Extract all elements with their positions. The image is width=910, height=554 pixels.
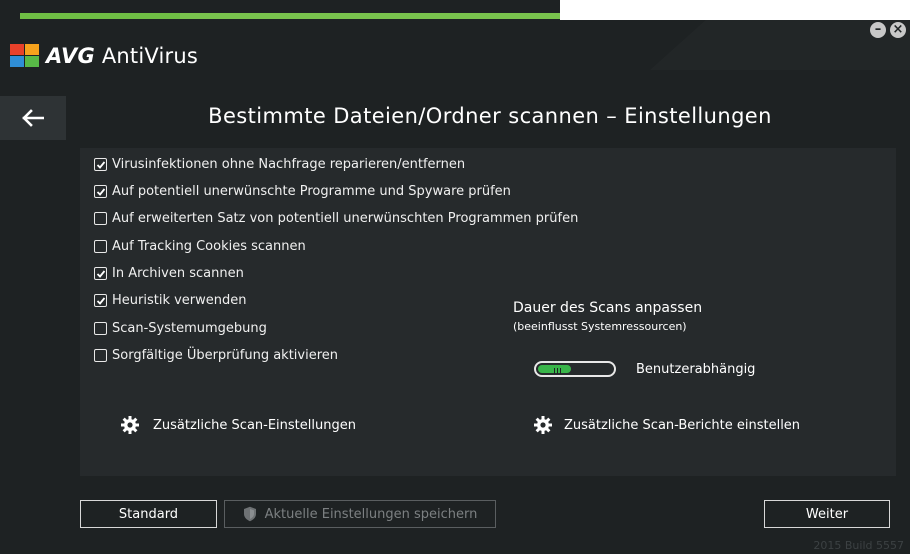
save-current-settings-label: Aktuelle Einstellungen speichern <box>264 506 478 522</box>
next-button-label: Weiter <box>805 506 849 522</box>
additional-scan-reports-label: Zusätzliche Scan-Berichte einstellen <box>564 417 801 433</box>
product-name: AntiVirus <box>101 44 198 68</box>
scan-option[interactable]: In Archiven scannen <box>94 266 244 281</box>
gear-icon <box>534 416 552 434</box>
scan-option-label: Virusinfektionen ohne Nachfrage reparier… <box>112 157 466 172</box>
scan-duration-subtitle: (beeinflusst Systemressourcen) <box>513 320 687 333</box>
scan-duration-title: Dauer des Scans anpassen <box>513 300 703 316</box>
gear-icon <box>121 416 139 434</box>
app-name: AVG AntiVirus <box>46 44 198 68</box>
close-button[interactable]: × <box>890 22 906 38</box>
checkbox-checked[interactable] <box>94 158 107 171</box>
checkbox-unchecked[interactable] <box>94 212 107 225</box>
scan-option-label: In Archiven scannen <box>112 266 244 281</box>
scan-duration-value: Benutzerabhängig <box>636 362 756 377</box>
checkbox-checked[interactable] <box>94 185 107 198</box>
build-info: 2015 Build 5557 <box>813 539 904 552</box>
checkbox-unchecked[interactable] <box>94 349 107 362</box>
checkbox-unchecked[interactable] <box>94 240 107 253</box>
scan-option[interactable]: Sorgfältige Überprüfung aktivieren <box>94 348 338 363</box>
checkmark-icon <box>96 160 105 169</box>
scan-duration-slider[interactable] <box>534 361 616 377</box>
additional-scan-reports-link[interactable]: Zusätzliche Scan-Berichte einstellen <box>534 416 800 434</box>
save-current-settings-button[interactable]: Aktuelle Einstellungen speichern <box>224 500 496 528</box>
additional-scan-settings-label: Zusätzliche Scan-Einstellungen <box>153 417 356 433</box>
checkmark-icon <box>96 187 105 196</box>
scan-option[interactable]: Scan-Systemumgebung <box>94 321 267 336</box>
back-button[interactable] <box>0 96 66 140</box>
slider-fill <box>538 365 571 374</box>
brand-name: AVG <box>46 44 95 68</box>
scan-option-label: Sorgfältige Überprüfung aktivieren <box>112 348 339 363</box>
next-button[interactable]: Weiter <box>764 500 890 528</box>
scan-option[interactable]: Auf potentiell unerwünschte Programme un… <box>94 184 511 199</box>
slider-grip-icon[interactable] <box>554 368 561 374</box>
minimize-button[interactable]: – <box>870 22 886 38</box>
scan-option-label: Auf potentiell unerwünschte Programme un… <box>112 184 511 199</box>
scan-option[interactable]: Heuristik verwenden <box>94 293 247 308</box>
standard-button-label: Standard <box>118 506 179 522</box>
scan-option-label: Auf erweiterten Satz von potentiell uner… <box>112 211 579 226</box>
checkbox-unchecked[interactable] <box>94 322 107 335</box>
checkmark-icon <box>96 296 105 305</box>
scan-option[interactable]: Auf erweiterten Satz von potentiell uner… <box>94 211 578 226</box>
arrow-left-icon <box>22 109 44 127</box>
checkbox-checked[interactable] <box>94 294 107 307</box>
scan-option[interactable]: Auf Tracking Cookies scannen <box>94 239 306 254</box>
scan-option[interactable]: Virusinfektionen ohne Nachfrage reparier… <box>94 157 465 172</box>
page-title: Bestimmte Dateien/Ordner scannen – Einst… <box>208 104 772 128</box>
standard-button[interactable]: Standard <box>80 500 217 528</box>
top-accent-bar <box>0 0 910 20</box>
scan-option-label: Auf Tracking Cookies scannen <box>112 239 306 254</box>
checkbox-checked[interactable] <box>94 267 107 280</box>
scan-option-label: Heuristik verwenden <box>112 293 247 308</box>
checkmark-icon <box>96 269 105 278</box>
window-controls: – × <box>870 22 906 38</box>
app-logo: AVG AntiVirus <box>10 44 198 68</box>
additional-scan-settings-link[interactable]: Zusätzliche Scan-Einstellungen <box>121 416 356 434</box>
scan-option-label: Scan-Systemumgebung <box>112 321 267 336</box>
avg-logo-icon <box>10 44 40 68</box>
shield-icon <box>243 506 256 522</box>
app-window: – × AVG AntiVirus Bestimmte Dateien/Ordn… <box>0 0 910 554</box>
